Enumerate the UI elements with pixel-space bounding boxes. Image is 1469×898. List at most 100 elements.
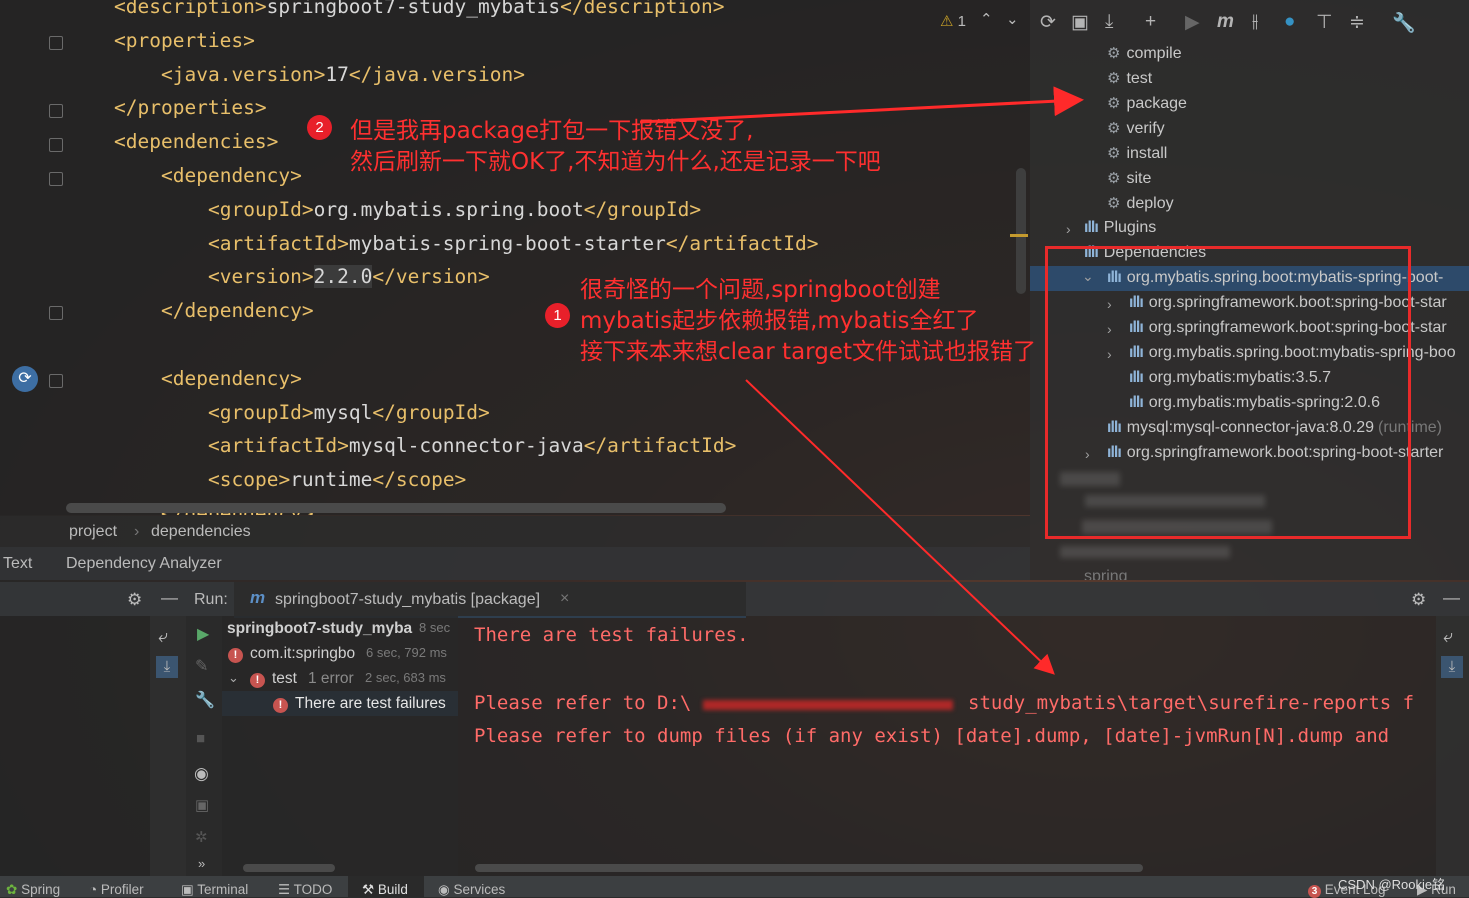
scroll-to-end-icon[interactable]: ⤓ (1441, 656, 1463, 678)
warning-stripe-marker[interactable] (1010, 234, 1028, 237)
chevron-down-icon[interactable]: ⌄ (228, 670, 239, 686)
gear-icon: ⚙ (1107, 45, 1121, 62)
run-tab[interactable]: m springboot7-study_mybatis [package] × (234, 582, 746, 618)
maven-tree-label: site (1126, 170, 1152, 187)
execute-goal-icon[interactable]: m (1217, 11, 1234, 33)
xml-tag: <groupId> (208, 400, 314, 424)
run-tree-module[interactable]: ! com.it:springbo 6 sec, 792 ms (222, 642, 458, 667)
stop-icon[interactable]: ■ (196, 730, 205, 747)
code-line: <groupId>org.mybatis.spring.boot</groupI… (208, 198, 701, 221)
settings-icon[interactable]: ✲ (195, 828, 208, 846)
eye-icon[interactable]: ◉ (194, 764, 209, 784)
maven-tree-item[interactable]: ⚙ site (1107, 169, 1151, 188)
pin-icon[interactable]: ✎ (195, 656, 208, 676)
redacted-tree-item (1060, 546, 1230, 558)
fold-marker[interactable] (49, 36, 63, 50)
chevron-right-icon[interactable]: › (1066, 221, 1071, 237)
scroll-to-end-icon[interactable]: ⤓ (156, 656, 178, 678)
reload-icon[interactable]: ⟳ (1040, 11, 1056, 34)
todo-tool-button[interactable]: ☰ TODO (278, 882, 332, 898)
fold-marker[interactable] (49, 172, 63, 186)
console-horizontal-scrollbar[interactable] (475, 864, 1143, 872)
prev-highlight-icon[interactable]: ⌃ (980, 10, 993, 28)
breadcrumb-item-project[interactable]: project (69, 523, 117, 541)
maven-tree-label[interactable]: spring (1084, 568, 1128, 580)
gear-icon: ⚙ (1107, 120, 1121, 137)
tree-horizontal-scrollbar[interactable] (243, 864, 335, 872)
terminal-tool-button[interactable]: ▣ Terminal (181, 882, 248, 898)
maven-tree-label: Plugins (1103, 219, 1157, 236)
soft-wrap-icon[interactable]: ⤶ (1443, 626, 1453, 647)
fold-marker[interactable] (49, 306, 63, 320)
error-icon: ! (228, 645, 243, 663)
download-icon[interactable]: ⤓ (1105, 11, 1113, 33)
run-settings-gear-icon[interactable]: ⚙ (1411, 590, 1426, 610)
run-tree-time: 2 sec, 683 ms (365, 670, 446, 685)
tab-text[interactable]: Text (3, 555, 32, 573)
code-line: <dependency> (161, 164, 302, 187)
run-tree-time: 6 sec, 792 ms (366, 645, 447, 660)
xml-tag: </dependency> (161, 299, 314, 323)
maven-tree-item[interactable]: ⚙ compile (1107, 44, 1182, 63)
event-count-badge: 3 (1308, 885, 1321, 898)
maven-tree-item[interactable]: ⚙ package (1107, 94, 1187, 113)
collapse-all-icon[interactable]: ≑ (1349, 11, 1365, 34)
minimize-icon[interactable]: — (161, 588, 178, 608)
xml-tag: <properties> (114, 28, 255, 52)
profiler-tool-button[interactable]: ◔ Profiler (89, 882, 144, 897)
close-tab-icon[interactable]: × (560, 590, 569, 608)
generate-sources-icon[interactable]: ▣ (1071, 11, 1089, 34)
toggle-offline-icon[interactable]: ⫲ (1252, 11, 1258, 33)
run-tree-failure[interactable]: ! There are test failures (222, 692, 458, 717)
code-line: <artifactId>mybatis-spring-boot-starter<… (208, 232, 819, 255)
fold-marker[interactable] (49, 374, 63, 388)
code-line: <version>2.2.0</version> (208, 265, 490, 289)
code-editor[interactable]: ⟳ <description>springboot7-study_mybatis… (0, 0, 1030, 515)
run-results-tree[interactable]: springboot7-study_myba 8 sec ! com.it:sp… (222, 616, 458, 876)
profiler-icon: ◔ (89, 882, 98, 897)
maven-tree-label: compile (1126, 45, 1182, 62)
xml-tag: </scope> (372, 468, 467, 492)
maven-tree-item[interactable]: ⚙ deploy (1107, 194, 1174, 213)
breadcrumb-item-dependencies[interactable]: dependencies (151, 523, 251, 541)
show-dependencies-icon[interactable]: ⊤ (1316, 11, 1333, 34)
fold-marker[interactable] (49, 104, 63, 118)
xml-tag: </version> (372, 265, 490, 289)
xml-tag: <scope> (208, 468, 291, 492)
maven-tree-item[interactable]: ⚙ verify (1107, 119, 1165, 138)
run-tree-root[interactable]: springboot7-study_myba 8 sec (222, 617, 458, 642)
fold-marker[interactable] (49, 138, 63, 152)
xml-tag: </artifactId> (665, 231, 819, 255)
maven-reload-icon[interactable]: ⟳ (12, 366, 38, 392)
soft-wrap-icon[interactable]: ⤶ (158, 626, 168, 647)
camera-icon[interactable]: ▣ (195, 796, 209, 814)
code-value: mysql (313, 400, 373, 424)
add-icon[interactable]: + (1145, 11, 1156, 33)
run-tree-test[interactable]: ⌄ ! test 1 error 2 sec, 683 ms (222, 667, 458, 692)
run-icon[interactable]: ▶ (1185, 11, 1200, 34)
console-output[interactable]: There are test failures. Please refer to… (458, 616, 1438, 876)
run-minimize-icon[interactable]: — (1443, 588, 1460, 608)
annotation-badge-1: 1 (545, 303, 570, 328)
run-tree-count: 1 error (308, 670, 354, 687)
maven-tree-item[interactable]: ⚙ install (1107, 144, 1167, 163)
services-tool-button[interactable]: ◉ Services (438, 882, 505, 898)
wrench-icon[interactable]: 🔧 (195, 690, 215, 710)
editor-gutter: ⟳ (0, 0, 70, 515)
maven-tree-item[interactable]: ıllı Plugins (1084, 219, 1156, 237)
maven-tree-item[interactable]: ⚙ test (1107, 69, 1152, 88)
editor-horizontal-scrollbar[interactable] (66, 503, 726, 513)
code-value: springboot7-study_mybatis (266, 0, 561, 18)
error-icon: ! (273, 695, 288, 713)
tab-dependency-analyzer[interactable]: Dependency Analyzer (66, 555, 222, 573)
more-icon[interactable]: » (198, 856, 205, 871)
wrench-icon[interactable]: 🔧 (1392, 11, 1416, 35)
warning-indicator[interactable]: ⚠ 1 (940, 12, 966, 30)
services-icon: ◉ (438, 882, 450, 897)
rerun-icon[interactable]: ▶ (197, 624, 209, 644)
spring-tool-button[interactable]: ✿ Spring (6, 882, 60, 898)
settings-gear-icon[interactable]: ⚙ (127, 590, 142, 610)
build-tool-button[interactable]: ⚒ Build (362, 882, 408, 898)
next-highlight-icon[interactable]: ⌄ (1006, 10, 1019, 28)
skip-tests-icon[interactable]: ● (1284, 11, 1295, 33)
